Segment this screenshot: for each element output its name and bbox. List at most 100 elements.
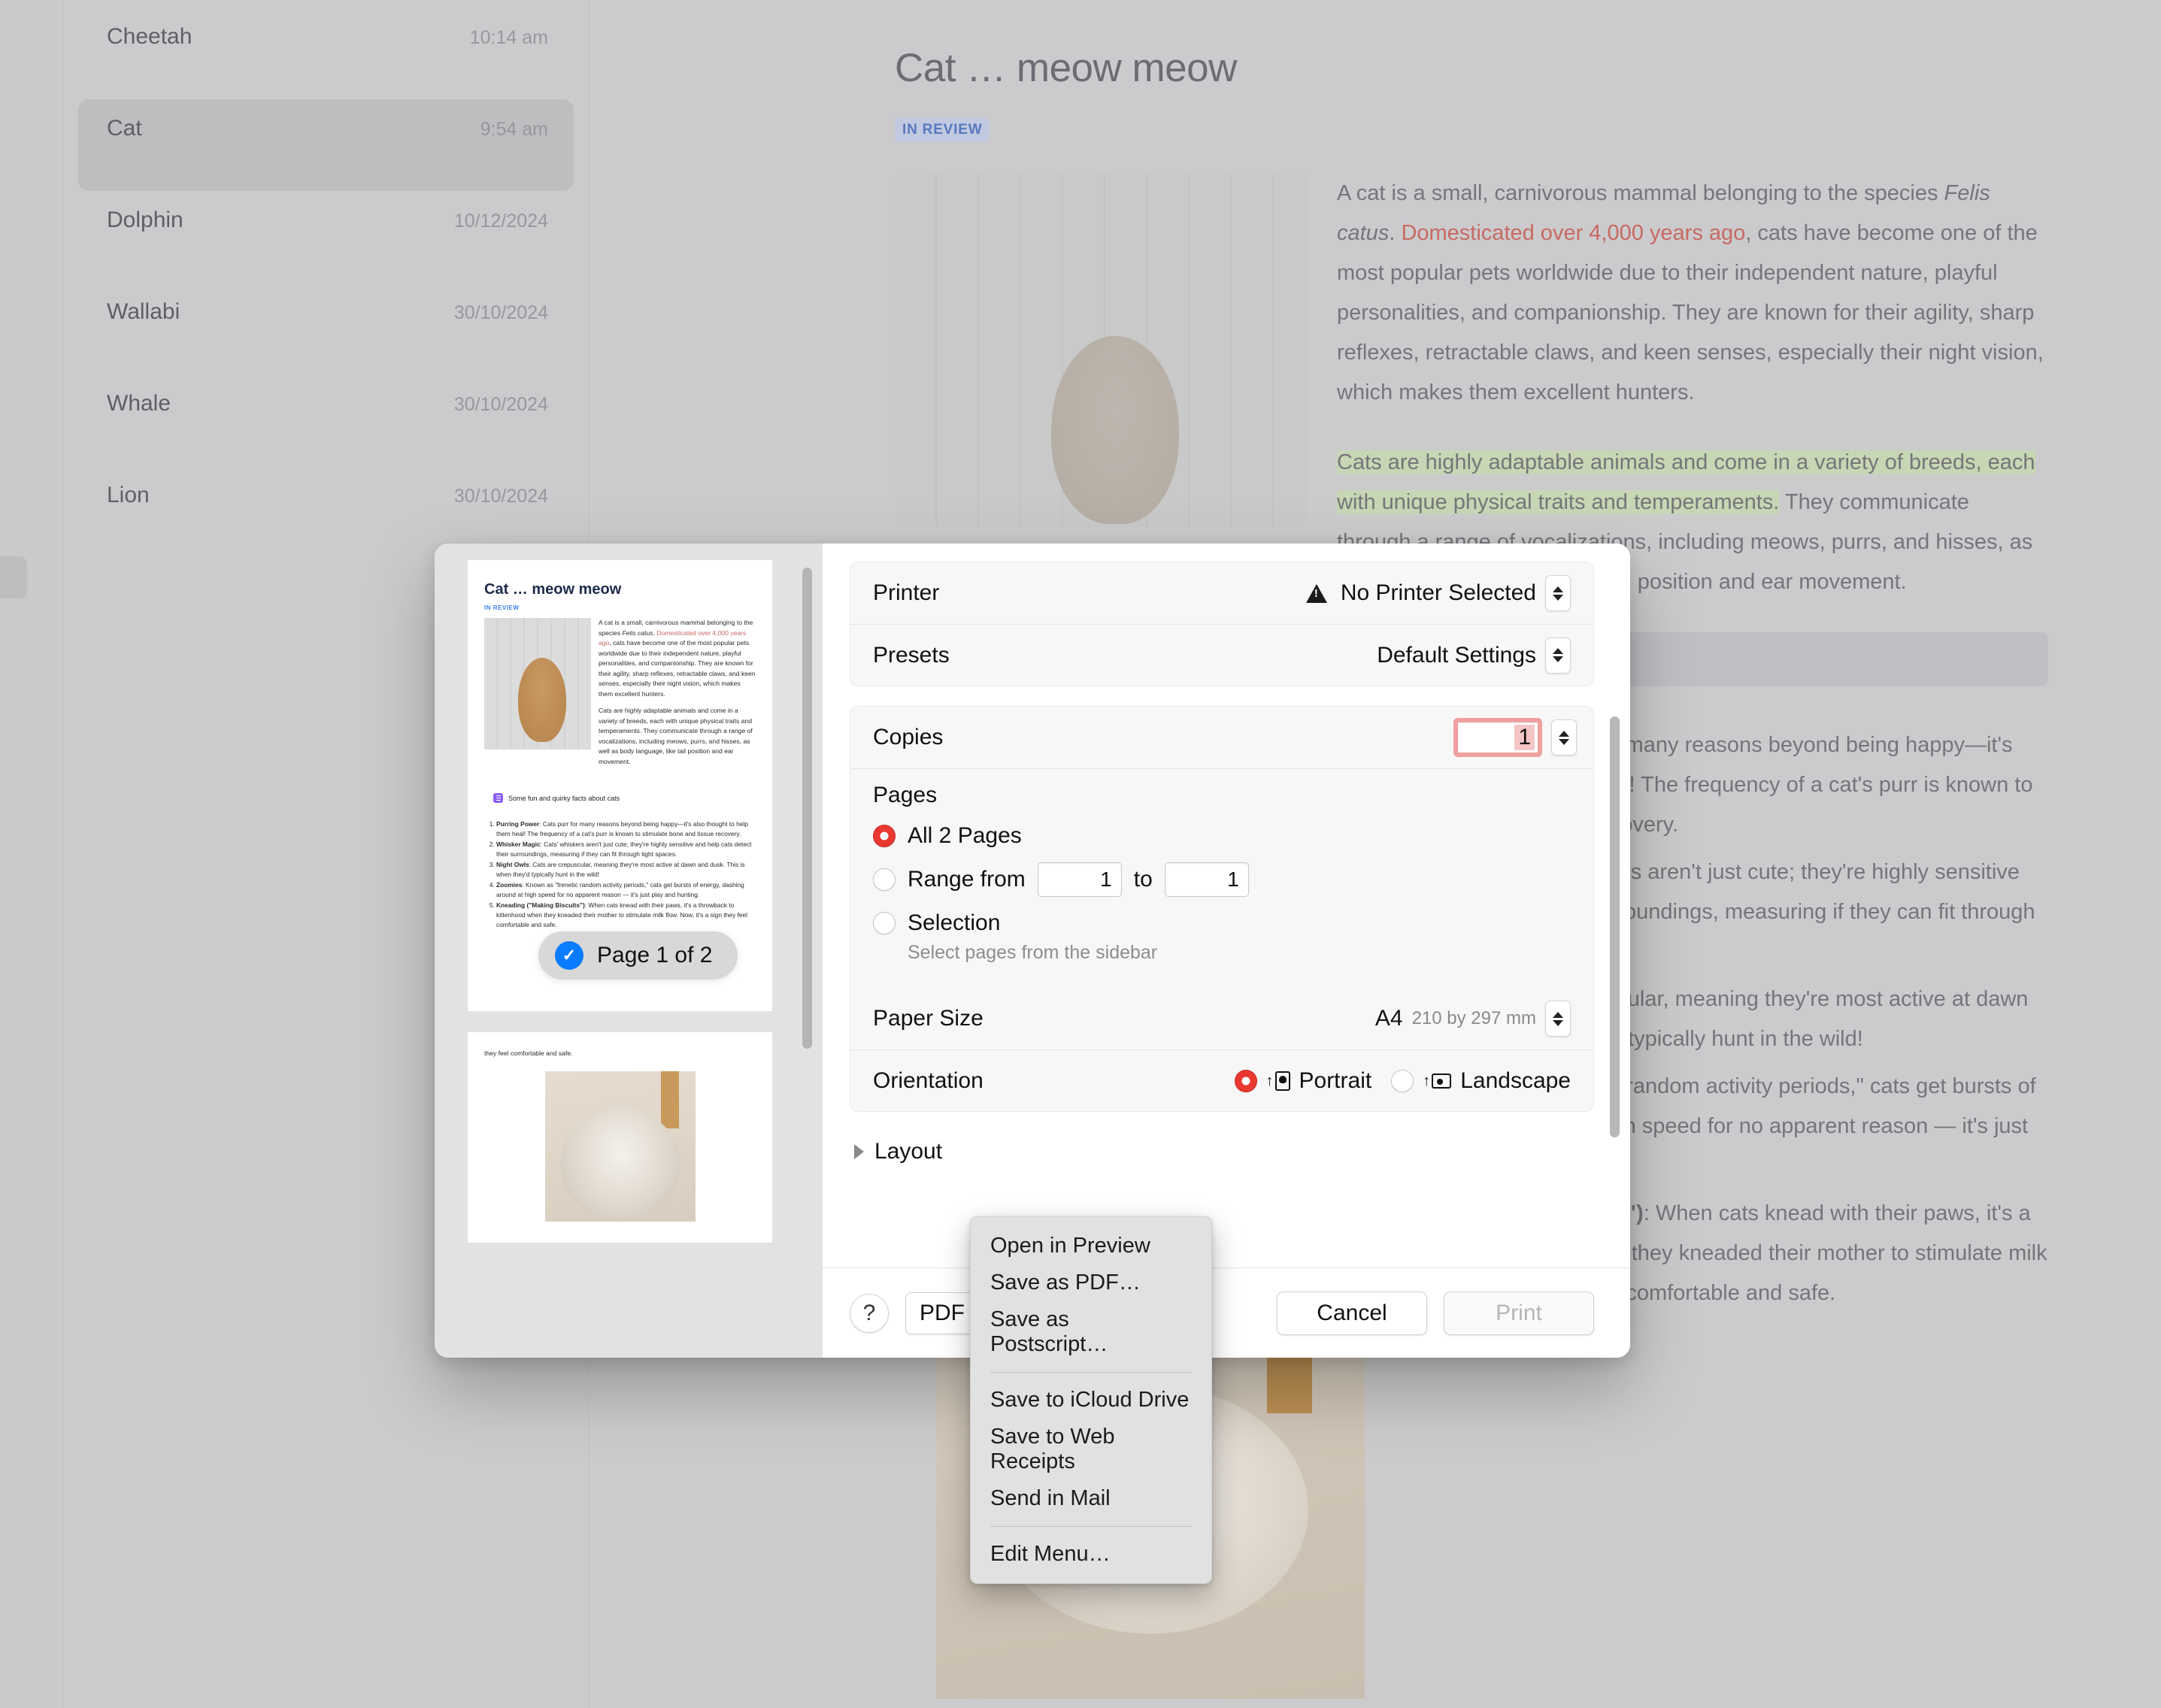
page-settings-group: Copies 1 Pages A — [850, 706, 1594, 1112]
range-to-label: to — [1134, 867, 1153, 892]
landscape-label: Landscape — [1460, 1068, 1571, 1094]
paper-size-dimensions: 210 by 297 mm — [1412, 1008, 1536, 1029]
note-date: 30/10/2024 — [454, 299, 548, 324]
chevron-updown-icon[interactable] — [1545, 1001, 1571, 1037]
menu-item-edit-menu[interactable]: Edit Menu… — [971, 1536, 1211, 1573]
status-badge: IN REVIEW — [895, 118, 990, 142]
page-title: Cat … meow meow — [895, 45, 2048, 91]
para1-part-b: . — [1389, 221, 1401, 245]
pdf-dropdown-menu: Open in Preview Save as PDF… Save as Pos… — [970, 1216, 1212, 1584]
cancel-button[interactable]: Cancel — [1277, 1292, 1427, 1335]
radio-selection[interactable] — [873, 912, 896, 934]
chevron-down-icon — [1553, 595, 1563, 601]
menu-item-send-in-mail[interactable]: Send in Mail — [971, 1480, 1211, 1517]
copies-row: Copies 1 — [850, 707, 1593, 768]
options-scrollbar[interactable] — [1610, 716, 1620, 1137]
pages-selection-label: Selection — [908, 910, 1000, 936]
arrow-up-glyph: ↑ — [1423, 1074, 1430, 1089]
printer-row[interactable]: Printer No Printer Selected — [850, 562, 1593, 624]
list-item[interactable]: Whale 30/10/2024 — [78, 374, 574, 466]
hero-image — [895, 174, 1307, 527]
preview-scrollbar[interactable] — [802, 568, 812, 1049]
portrait-page-glyph — [1275, 1071, 1290, 1091]
radio-range[interactable] — [873, 868, 896, 891]
radio-portrait[interactable] — [1235, 1070, 1257, 1092]
pv-p1em: Felis catus — [623, 629, 653, 637]
pages-selection-option[interactable]: Selection — [873, 910, 1571, 936]
menu-separator — [990, 1526, 1192, 1527]
copies-input[interactable]: 1 — [1453, 718, 1542, 757]
paper-size-row[interactable]: Paper Size A4 210 by 297 mm — [850, 988, 1593, 1049]
pv-p1c: , cats have become one of the most popul… — [599, 639, 756, 698]
printer-presets-group: Printer No Printer Selected Presets Defa… — [850, 562, 1594, 686]
chevron-up-icon — [1553, 648, 1563, 654]
rail-collapse-tab[interactable] — [0, 556, 27, 598]
chevron-up-icon — [1553, 1012, 1563, 1018]
note-date: 10:14 am — [470, 24, 548, 49]
copies-value: 1 — [1514, 725, 1535, 750]
chevron-right-icon — [854, 1144, 864, 1159]
chevron-up-icon — [1559, 731, 1569, 737]
preview-page2-text: they feel comfortable and safe. — [484, 1049, 756, 1059]
menu-item-open-in-preview[interactable]: Open in Preview — [971, 1228, 1211, 1264]
menu-item-save-to-icloud-drive[interactable]: Save to iCloud Drive — [971, 1382, 1211, 1419]
chevron-updown-icon[interactable] — [1545, 575, 1571, 611]
preview-paragraph-1: A cat is a small, carnivorous mammal bel… — [599, 618, 756, 699]
list-item[interactable]: Dolphin 10/12/2024 — [78, 191, 574, 283]
page-indicator-label: Page 1 of 2 — [597, 943, 712, 968]
help-button[interactable]: ? — [850, 1294, 889, 1333]
list-item[interactable]: Cheetah 10:14 am — [78, 8, 574, 99]
presets-value-group[interactable]: Default Settings — [1377, 637, 1571, 674]
range-to-input[interactable]: 1 — [1165, 862, 1249, 897]
copies-stepper[interactable] — [1551, 719, 1577, 756]
pages-block: Pages All 2 Pages Range from 1 to 1 — [850, 768, 1593, 988]
note-date: 30/10/2024 — [454, 391, 548, 416]
layout-label: Layout — [874, 1139, 942, 1164]
menu-item-save-as-postscript[interactable]: Save as Postscript… — [971, 1301, 1211, 1363]
note-date: 30/10/2024 — [454, 483, 548, 507]
orientation-landscape-option[interactable]: ↑ Landscape — [1391, 1068, 1571, 1094]
pdf-button-label: PDF — [906, 1293, 978, 1334]
list-item[interactable]: Wallabi 30/10/2024 — [78, 283, 574, 374]
print-button[interactable]: Print — [1444, 1292, 1594, 1335]
left-rail — [0, 0, 63, 1708]
portrait-label: Portrait — [1299, 1068, 1372, 1094]
radio-landscape[interactable] — [1391, 1070, 1414, 1092]
note-title: Cat — [107, 116, 480, 141]
presets-row[interactable]: Presets Default Settings — [850, 624, 1593, 686]
chevron-updown-icon[interactable] — [1545, 637, 1571, 674]
orientation-options: ↑ Portrait ↑ Landscape — [1235, 1068, 1571, 1094]
paper-size-value-group[interactable]: A4 210 by 297 mm — [1375, 1001, 1571, 1037]
pv-term: Kneading ("Making Biscuits") — [496, 901, 585, 909]
portrait-icon: ↑ — [1266, 1071, 1290, 1091]
menu-separator — [990, 1372, 1192, 1373]
note-title: Whale — [107, 391, 454, 416]
printer-value-group[interactable]: No Printer Selected — [1306, 575, 1571, 611]
list-item[interactable]: Cat 9:54 am — [78, 99, 574, 191]
radio-all-pages[interactable] — [873, 825, 896, 847]
printer-label: Printer — [873, 580, 939, 606]
print-preview-pane[interactable]: Cat … meow meow IN REVIEW A cat is a sma… — [435, 544, 823, 1358]
pv-term: Purring Power — [496, 820, 539, 828]
preview-callout-text: Some fun and quirky facts about cats — [508, 795, 620, 802]
orientation-portrait-option[interactable]: ↑ Portrait — [1235, 1068, 1372, 1094]
pages-range-option[interactable]: Range from 1 to 1 — [873, 862, 1571, 897]
pages-all-option[interactable]: All 2 Pages — [873, 823, 1571, 849]
print-options-pane: Printer No Printer Selected Presets Defa… — [823, 544, 1630, 1358]
landscape-page-glyph — [1432, 1074, 1451, 1089]
chevron-up-icon — [1553, 586, 1563, 592]
menu-item-save-to-web-receipts[interactable]: Save to Web Receipts — [971, 1419, 1211, 1480]
preview-status-badge: IN REVIEW — [484, 604, 756, 611]
copies-control-group: 1 — [1453, 718, 1577, 757]
preview-page-2[interactable]: they feel comfortable and safe. — [468, 1032, 772, 1243]
range-from-input[interactable]: 1 — [1038, 862, 1122, 897]
layout-disclosure-row[interactable]: Layout — [850, 1131, 1594, 1164]
orientation-row: Orientation ↑ Portrait — [850, 1049, 1593, 1111]
preview-callout: Some fun and quirky facts about cats — [493, 793, 756, 803]
menu-item-save-as-pdf[interactable]: Save as PDF… — [971, 1264, 1211, 1301]
preview-text: A cat is a small, carnivorous mammal bel… — [599, 618, 756, 774]
pv-text: : Cats are crepuscular, meaning they're … — [496, 861, 745, 878]
paper-size-label: Paper Size — [873, 1006, 984, 1031]
preview-hero-image — [484, 618, 591, 750]
list-item: Night Owls: Cats are crepuscular, meanin… — [496, 860, 756, 880]
